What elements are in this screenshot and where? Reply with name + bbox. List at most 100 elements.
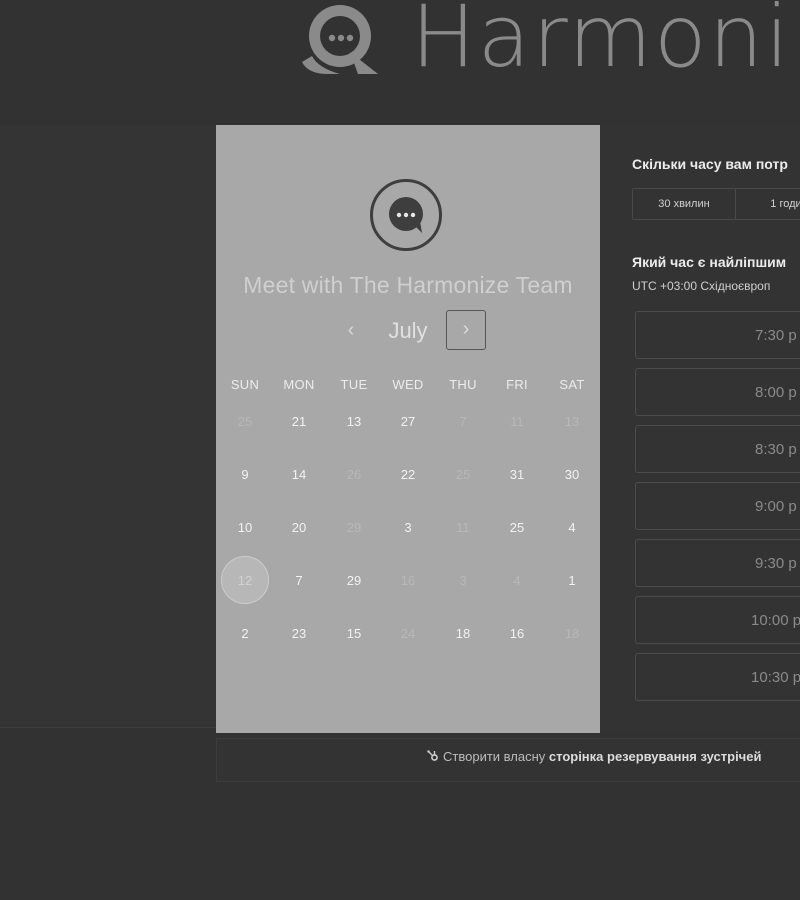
meeting-title: Meet with The Harmonize Team bbox=[243, 272, 573, 298]
calendar-day[interactable]: 16 bbox=[381, 559, 435, 603]
duration-selector: 30 хвилин 1 годи bbox=[632, 188, 800, 220]
weekday-label: SAT bbox=[559, 377, 585, 392]
calendar-day[interactable]: 25 bbox=[436, 453, 490, 497]
time-slot-button[interactable]: 9:30 р bbox=[635, 539, 800, 587]
day-number: 7 bbox=[459, 414, 467, 429]
calendar-day[interactable]: 26 bbox=[327, 453, 381, 497]
calendar-day[interactable]: 24 bbox=[381, 612, 435, 656]
calendar-day[interactable]: 2 bbox=[218, 612, 272, 656]
calendar-day-selected[interactable]: 12 bbox=[218, 556, 272, 604]
time-slot-button[interactable]: 10:30 р bbox=[635, 653, 800, 701]
day-number: 3 bbox=[459, 573, 467, 588]
day-number: 3 bbox=[404, 520, 412, 535]
calendar-day[interactable]: 18 bbox=[436, 612, 490, 656]
time-slot-label: 10:00 р bbox=[751, 612, 800, 629]
calendar-day[interactable]: 22 bbox=[381, 453, 435, 497]
time-slot-button[interactable]: 8:00 р bbox=[635, 368, 800, 416]
day-number: 24 bbox=[400, 626, 416, 641]
calendar-day[interactable]: 23 bbox=[272, 612, 326, 656]
duration-option-60[interactable]: 1 годи bbox=[736, 189, 800, 219]
calendar-day[interactable]: 11 bbox=[436, 506, 490, 550]
day-number: 12 bbox=[237, 573, 253, 588]
calendar-day[interactable]: 29 bbox=[327, 506, 381, 550]
day-number: 18 bbox=[564, 626, 580, 641]
time-slot-button[interactable]: 8:30 р bbox=[635, 425, 800, 473]
time-slot-button[interactable]: 7:30 р bbox=[635, 311, 800, 359]
day-number: 9 bbox=[241, 467, 249, 482]
calendar-day[interactable]: 25 bbox=[490, 506, 544, 550]
calendar-day[interactable]: 1 bbox=[545, 559, 599, 603]
month-label: July bbox=[388, 318, 428, 343]
duration-option-30[interactable]: 30 хвилин bbox=[633, 189, 735, 219]
calendar-day[interactable]: 31 bbox=[490, 453, 544, 497]
weekday-label: MON bbox=[283, 377, 315, 392]
calendar-day[interactable]: 13 bbox=[545, 400, 599, 444]
avatar bbox=[370, 179, 442, 251]
calendar-day[interactable]: 18 bbox=[545, 612, 599, 656]
weekday-header: SUN MON TUE WED THU FRI SAT bbox=[216, 377, 600, 393]
day-number: 25 bbox=[237, 414, 253, 429]
calendar-grid: 25 21 13 27 7 11 13 9 14 26 22 25 31 30 10 20 29 3 11 25 4 12… bbox=[216, 400, 600, 670]
weekday-label: WED bbox=[392, 377, 424, 392]
time-question: Який час є найліпшим bbox=[632, 254, 787, 270]
day-number: 25 bbox=[455, 467, 471, 482]
calendar-day[interactable]: 9 bbox=[218, 453, 272, 497]
footer-link-text: сторінка резервування зустрічей bbox=[548, 749, 762, 764]
month-navigator: ‹ July › bbox=[216, 310, 600, 352]
timezone-selector[interactable]: UTC +03:00 Східноєвроп bbox=[632, 279, 770, 293]
calendar-day[interactable]: 14 bbox=[272, 453, 326, 497]
calendar-day[interactable]: 25 bbox=[218, 400, 272, 444]
calendar-card: Meet with The Harmonize Team ‹ July › SU… bbox=[216, 125, 600, 733]
calendar-day[interactable]: 10 bbox=[218, 506, 272, 550]
day-number: 25 bbox=[509, 520, 525, 535]
day-number: 16 bbox=[509, 626, 525, 641]
calendar-day[interactable]: 7 bbox=[272, 559, 326, 603]
calendar-day[interactable]: 13 bbox=[327, 400, 381, 444]
day-number: 26 bbox=[346, 467, 362, 482]
calendar-day[interactable]: 20 bbox=[272, 506, 326, 550]
time-slot-button[interactable]: 9:00 р bbox=[635, 482, 800, 530]
day-number: 4 bbox=[513, 573, 521, 588]
next-month-button[interactable]: › bbox=[446, 310, 486, 350]
calendar-day[interactable]: 3 bbox=[381, 506, 435, 550]
day-number: 1 bbox=[568, 573, 576, 588]
calendar-day[interactable]: 3 bbox=[436, 559, 490, 603]
calendar-day[interactable]: 21 bbox=[272, 400, 326, 444]
prev-month-button[interactable]: ‹ bbox=[340, 319, 362, 341]
day-number: 15 bbox=[346, 626, 362, 641]
footer-bar: Створити власну сторінка резервування зу… bbox=[216, 738, 800, 782]
calendar-day[interactable]: 16 bbox=[490, 612, 544, 656]
duration-question: Скільки часу вам потр bbox=[632, 156, 788, 172]
day-number: 20 bbox=[291, 520, 307, 535]
calendar-day[interactable]: 27 bbox=[381, 400, 435, 444]
chat-bubble-logo-icon bbox=[302, 5, 378, 74]
time-slot-label: 8:00 р bbox=[755, 384, 797, 401]
day-number: 30 bbox=[564, 467, 580, 482]
day-number: 11 bbox=[510, 414, 524, 429]
day-number: 11 bbox=[456, 520, 470, 535]
calendar-day[interactable]: 15 bbox=[327, 612, 381, 656]
day-number: 27 bbox=[400, 414, 416, 429]
calendar-day[interactable]: 7 bbox=[436, 400, 490, 444]
day-number: 21 bbox=[291, 414, 307, 429]
day-number: 23 bbox=[291, 626, 307, 641]
day-number: 2 bbox=[241, 626, 249, 641]
calendar-day[interactable]: 29 bbox=[327, 559, 381, 603]
day-number: 10 bbox=[237, 520, 253, 535]
time-slot-label: 7:30 р bbox=[755, 327, 797, 344]
day-number: 7 bbox=[295, 573, 303, 588]
calendar-day[interactable]: 30 bbox=[545, 453, 599, 497]
weekday-label: SUN bbox=[230, 377, 260, 392]
day-number: 13 bbox=[564, 414, 580, 429]
calendar-day[interactable]: 4 bbox=[490, 559, 544, 603]
brand-name: Harmoni bbox=[411, 0, 792, 87]
calendar-day[interactable]: 4 bbox=[545, 506, 599, 550]
weekday-label: FRI bbox=[506, 377, 528, 392]
day-number: 18 bbox=[455, 626, 471, 641]
brand-header: Harmoni bbox=[298, 0, 800, 100]
create-own-link[interactable]: Створити власну сторінка резервування зу… bbox=[427, 749, 761, 764]
day-number: 16 bbox=[400, 573, 416, 588]
calendar-day[interactable]: 11 bbox=[490, 400, 544, 444]
day-number: 13 bbox=[346, 414, 362, 429]
time-slot-button[interactable]: 10:00 р bbox=[635, 596, 800, 644]
